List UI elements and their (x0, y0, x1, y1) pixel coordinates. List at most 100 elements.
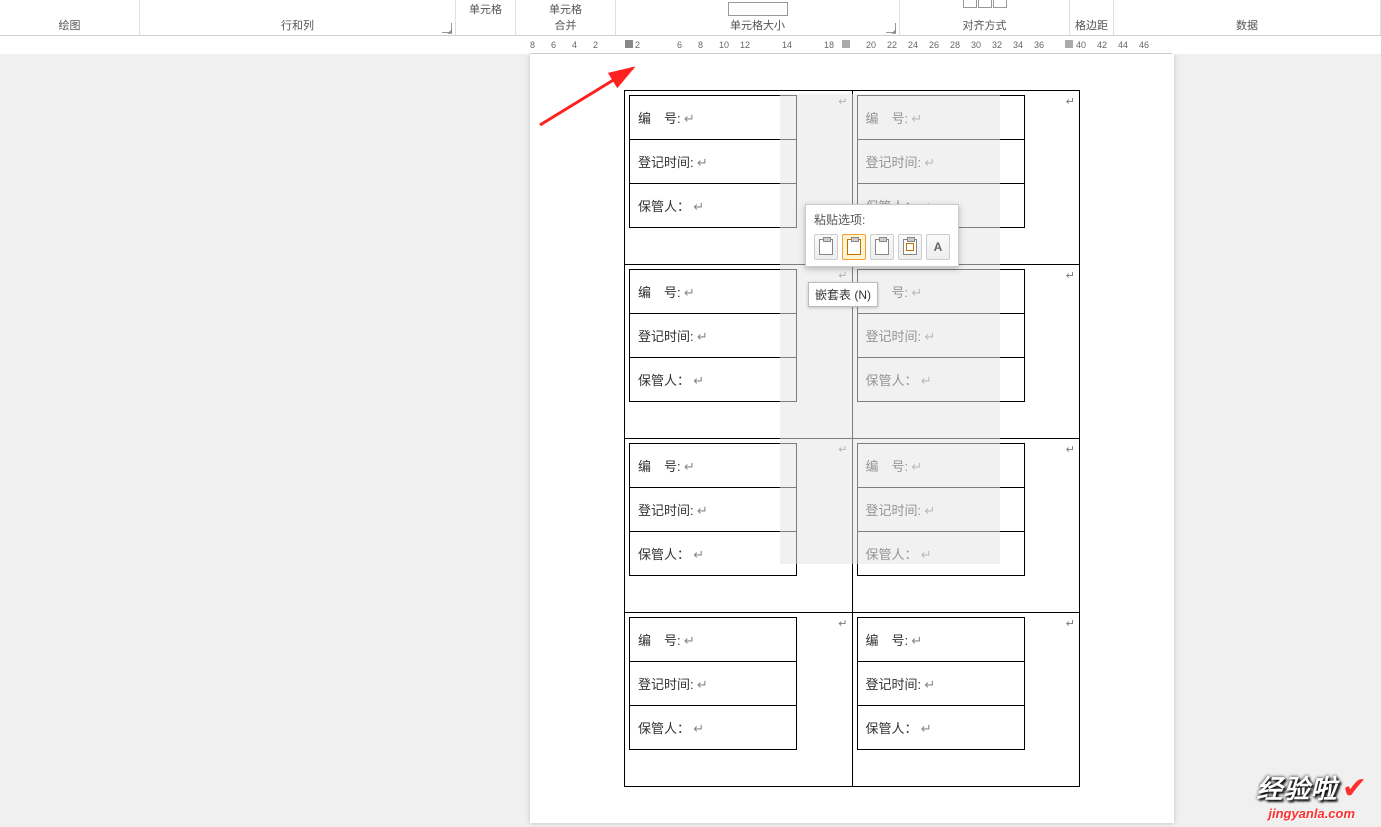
paste-option-4[interactable] (898, 234, 922, 260)
field-label: 编 号: (638, 285, 681, 300)
ruler-tick: 12 (740, 40, 750, 50)
label-cell[interactable]: 保管人： ↵ (630, 532, 797, 576)
ruler-indent-marker[interactable] (625, 40, 633, 48)
ribbon-label-rows-cols: 行和列 (281, 17, 314, 33)
label-cell[interactable]: 登记时间: ↵ (857, 488, 1024, 532)
ruler-tick: 22 (887, 40, 897, 50)
field-label: 登记时间: (866, 503, 922, 518)
paragraph-mark-icon: ↵ (690, 373, 704, 388)
ribbon-group-cell1[interactable]: 单元格 (456, 0, 516, 35)
outer-cell[interactable]: 编 号: ↵登记时间: ↵保管人： ↵↵ (625, 439, 853, 613)
ruler-tick: 46 (1139, 40, 1149, 50)
outer-table[interactable]: 编 号: ↵登记时间: ↵保管人： ↵↵编 号: ↵登记时间: ↵保管人： ↵↵… (624, 90, 1080, 787)
ribbon-group-cell-size[interactable]: 单元格大小 (616, 0, 900, 35)
paste-option-3[interactable] (870, 234, 894, 260)
label-cell[interactable]: 编 号: ↵ (630, 444, 797, 488)
outer-cell[interactable]: 编 号: ↵登记时间: ↵保管人： ↵↵ (852, 613, 1080, 787)
ruler-tick: 26 (929, 40, 939, 50)
field-label: 编 号: (638, 633, 681, 648)
label-cell[interactable]: 登记时间: ↵ (857, 140, 1024, 184)
field-label: 编 号: (638, 459, 681, 474)
paragraph-mark-icon: ↵ (921, 503, 935, 518)
label-cell[interactable]: 保管人： ↵ (630, 706, 797, 750)
label-cell[interactable]: 登记时间: ↵ (630, 140, 797, 184)
paragraph-mark-icon: ↵ (694, 503, 708, 518)
label-cell[interactable]: 编 号: ↵ (857, 618, 1024, 662)
horizontal-ruler[interactable]: 8642268101214182022242628303234364042444… (530, 36, 1172, 54)
ruler-tick: 10 (719, 40, 729, 50)
field-label: 登记时间: (866, 329, 922, 344)
field-label: 编 号: (866, 111, 909, 126)
paste-option-nested-table[interactable] (842, 234, 866, 260)
inner-table[interactable]: 编 号: ↵登记时间: ↵保管人： ↵ (857, 443, 1025, 576)
inner-table[interactable]: 编 号: ↵登记时间: ↵保管人： ↵ (857, 617, 1025, 750)
paste-option-1[interactable] (814, 234, 838, 260)
ribbon-group-margins[interactable]: 格边距 (1070, 0, 1114, 35)
inner-table[interactable]: 编 号: ↵登记时间: ↵保管人： ↵ (857, 269, 1025, 402)
label-cell[interactable]: 编 号: ↵ (630, 96, 797, 140)
ruler-marker[interactable] (1065, 40, 1073, 48)
inner-table[interactable]: 编 号: ↵登记时间: ↵保管人： ↵ (629, 269, 797, 402)
ribbon-label-cell-size: 单元格大小 (730, 17, 785, 33)
cell-mark-icon: ↵ (1066, 95, 1075, 108)
ruler-tick: 2 (635, 40, 640, 50)
paragraph-mark-icon: ↵ (681, 633, 695, 648)
ribbon-group-alignment[interactable]: 对齐方式 (900, 0, 1070, 35)
paragraph-mark-icon: ↵ (681, 111, 695, 126)
paragraph-mark-icon: ↵ (921, 155, 935, 170)
label-cell[interactable]: 登记时间: ↵ (630, 314, 797, 358)
cell-size-controls[interactable] (616, 2, 899, 18)
field-label: 编 号: (866, 633, 909, 648)
paragraph-mark-icon: ↵ (918, 547, 932, 562)
ruler-marker[interactable] (842, 40, 850, 48)
label-cell[interactable]: 登记时间: ↵ (630, 662, 797, 706)
label-cell[interactable]: 保管人： ↵ (857, 706, 1024, 750)
paragraph-mark-icon: ↵ (681, 285, 695, 300)
field-label: 保管人： (866, 547, 918, 562)
field-label: 登记时间: (866, 155, 922, 170)
ribbon-group-merge[interactable]: 单元格 合并 (516, 0, 616, 35)
ribbon-group-data[interactable]: 数据 (1114, 0, 1381, 35)
alignment-grid[interactable] (963, 0, 1007, 14)
label-cell[interactable]: 登记时间: ↵ (857, 314, 1024, 358)
paragraph-mark-icon: ↵ (908, 111, 922, 126)
label-cell[interactable]: 保管人： ↵ (857, 358, 1024, 402)
ribbon-group-drawing[interactable]: 绘图 (0, 0, 140, 35)
paragraph-mark-icon: ↵ (694, 677, 708, 692)
paragraph-mark-icon: ↵ (908, 459, 922, 474)
inner-table[interactable]: 编 号: ↵登记时间: ↵保管人： ↵ (629, 95, 797, 228)
ruler-tick: 36 (1034, 40, 1044, 50)
label-cell[interactable]: 编 号: ↵ (857, 444, 1024, 488)
ruler-tick: 8 (530, 40, 535, 50)
ruler-tick: 24 (908, 40, 918, 50)
label-cell[interactable]: 保管人： ↵ (857, 532, 1024, 576)
field-label: 保管人： (866, 721, 918, 736)
launcher-icon[interactable] (886, 23, 896, 33)
paste-options-popup[interactable]: 粘贴选项: A (805, 204, 959, 267)
field-label: 登记时间: (638, 677, 694, 692)
outer-cell[interactable]: 编 号: ↵登记时间: ↵保管人： ↵ ↵ (852, 265, 1080, 439)
cell-mark-icon: ↵ (1066, 269, 1075, 282)
ruler-tick: 6 (677, 40, 682, 50)
cell-mark-icon: ↵ (838, 617, 847, 630)
document-page[interactable]: 编 号: ↵登记时间: ↵保管人： ↵↵编 号: ↵登记时间: ↵保管人： ↵↵… (530, 54, 1174, 823)
label-cell[interactable]: 编 号: ↵ (857, 96, 1024, 140)
paste-option-text-only[interactable]: A (926, 234, 950, 260)
label-cell[interactable]: 保管人： ↵ (630, 184, 797, 228)
label-cell[interactable]: 编 号: ↵ (857, 270, 1024, 314)
ribbon-label-cell1: 单元格 (469, 1, 502, 17)
outer-cell[interactable]: 编 号: ↵登记时间: ↵保管人： ↵↵ (852, 439, 1080, 613)
label-cell[interactable]: 编 号: ↵ (630, 270, 797, 314)
label-cell[interactable]: 编 号: ↵ (630, 618, 797, 662)
label-cell[interactable]: 登记时间: ↵ (630, 488, 797, 532)
label-cell[interactable]: 登记时间: ↵ (857, 662, 1024, 706)
inner-table[interactable]: 编 号: ↵登记时间: ↵保管人： ↵ (629, 443, 797, 576)
ribbon-group-rows-cols[interactable]: 行和列 (140, 0, 456, 35)
launcher-icon[interactable] (442, 23, 452, 33)
paragraph-mark-icon: ↵ (918, 721, 932, 736)
label-cell[interactable]: 保管人： ↵ (630, 358, 797, 402)
field-label: 编 号: (866, 459, 909, 474)
ruler-tick: 2 (593, 40, 598, 50)
outer-cell[interactable]: 编 号: ↵登记时间: ↵保管人： ↵↵ (625, 613, 853, 787)
inner-table[interactable]: 编 号: ↵登记时间: ↵保管人： ↵ (629, 617, 797, 750)
